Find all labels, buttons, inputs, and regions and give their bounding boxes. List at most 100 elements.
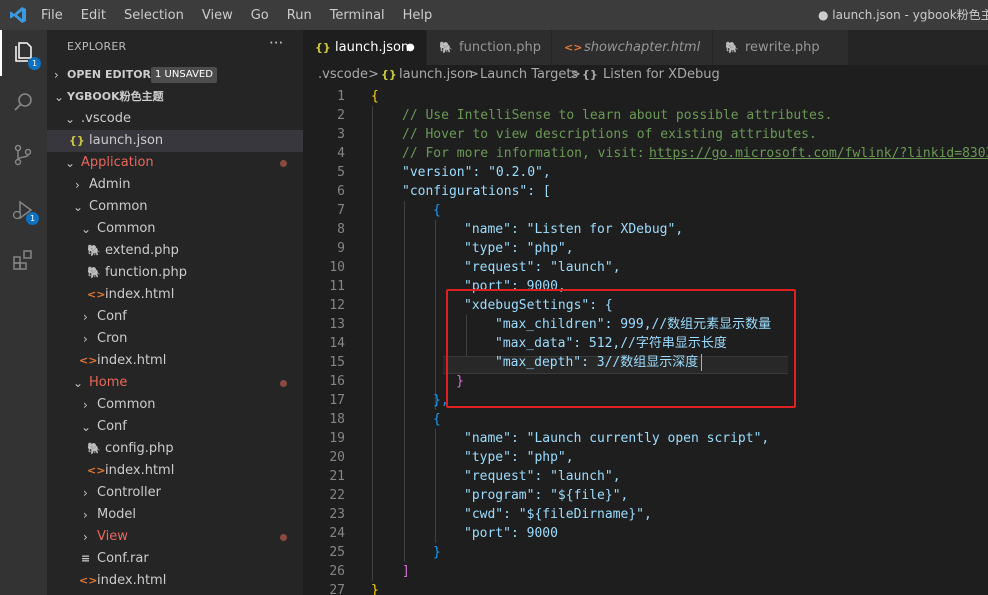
code-text: // Use IntelliSense to learn about possi… <box>402 108 833 123</box>
line-number: 8 <box>337 222 345 237</box>
tree-item-label: extend.php <box>105 243 179 258</box>
line-number: 10 <box>329 260 345 275</box>
menu-help[interactable]: Help <box>394 8 442 23</box>
open-editors-section[interactable]: › OPEN EDITORS 1 UNSAVED <box>47 64 303 86</box>
tree-item-admin[interactable]: › Admin <box>47 174 303 196</box>
project-section[interactable]: ⌄ YGBOOK粉色主题 <box>47 86 303 108</box>
open-editors-label: OPEN EDITORS <box>67 68 159 81</box>
tree-item-conf-rar[interactable]: ≡ Conf.rar <box>47 548 303 570</box>
menu-run[interactable]: Run <box>278 8 321 23</box>
tree-item-common-sub[interactable]: ⌄ Common <box>47 218 303 240</box>
tab-label: launch.json <box>335 40 410 55</box>
code-line: 20 "type": "php", <box>303 448 988 467</box>
menu-edit[interactable]: Edit <box>72 8 115 23</box>
window-title: ● launch.json - ygbook粉色主题 <box>818 8 988 22</box>
line-number: 21 <box>329 469 345 484</box>
code-line: 27} <box>303 581 988 595</box>
tab-function-php[interactable]: 🐘 function.php <box>427 30 552 65</box>
tree-item-label: Cron <box>97 331 128 346</box>
tree-item-index-html[interactable]: <> index.html <box>47 460 303 482</box>
tree-item-index-html[interactable]: <> index.html <box>47 284 303 306</box>
more-actions-icon[interactable]: ··· <box>269 34 283 52</box>
tree-item-label: Conf.rar <box>97 551 149 566</box>
tree-item-cron[interactable]: › Cron <box>47 328 303 350</box>
tree-item-config-php[interactable]: 🐘 config.php <box>47 438 303 460</box>
code-line: 4 // For more information, visit: https:/… <box>303 144 988 163</box>
line-number: 16 <box>329 374 345 389</box>
code-text: "name": "Listen for XDebug", <box>464 222 684 237</box>
code-text: "cwd": "${fileDirname}", <box>464 507 652 522</box>
vscode-logo-icon <box>10 7 26 23</box>
source-control-activity[interactable] <box>0 133 47 179</box>
run-debug-activity[interactable]: 1 <box>0 188 47 234</box>
explorer-activity[interactable]: 1 <box>0 30 49 76</box>
tab-showchapter-html[interactable]: <> showchapter.html <box>552 30 713 65</box>
line-number: 17 <box>329 393 345 408</box>
tree-item-conf[interactable]: › Conf <box>47 306 303 328</box>
json-file-icon: {} <box>381 68 397 81</box>
menu-view[interactable]: View <box>193 8 242 23</box>
code-line: 2 // Use IntelliSense to learn about poss… <box>303 106 988 125</box>
menu-terminal[interactable]: Terminal <box>321 8 394 23</box>
tree-item-home[interactable]: ⌄ Home <box>47 372 303 394</box>
html-file-icon: <> <box>87 288 106 301</box>
tree-item-label: Controller <box>97 485 161 500</box>
unsaved-badge: 1 UNSAVED <box>151 67 217 83</box>
breadcrumb-vscode[interactable]: .vscode <box>318 65 368 85</box>
tree-item-application[interactable]: ⌄ Application <box>47 152 303 174</box>
tree-item-vscode[interactable]: ⌄ .vscode <box>47 108 303 130</box>
tree-item-index-html[interactable]: <> index.html <box>47 350 303 372</box>
code-text: "type": "php", <box>464 450 574 465</box>
code-text: } <box>371 583 379 595</box>
explorer-badge: 1 <box>28 57 41 70</box>
code-editor[interactable]: 1{ 2// Use IntelliSense to learn about p… <box>303 87 988 595</box>
tree-item-common[interactable]: ⌄ Common <box>47 196 303 218</box>
breadcrumb-listen-xdebug[interactable]: Listen for XDebug <box>603 65 720 85</box>
line-number: 23 <box>329 507 345 522</box>
line-number: 3 <box>337 127 345 142</box>
tree-item-home-common[interactable]: › Common <box>47 394 303 416</box>
html-file-icon: <> <box>79 354 98 367</box>
menu-selection[interactable]: Selection <box>115 8 193 23</box>
line-number: 6 <box>337 184 345 199</box>
menu-go[interactable]: Go <box>242 8 278 23</box>
tree-item-controller[interactable]: › Controller <box>47 482 303 504</box>
tree-item-index-html[interactable]: <> index.html <box>47 570 303 592</box>
breadcrumb-launch-json[interactable]: launch.json <box>399 65 473 85</box>
code-line: 19 "name": "Launch currently open script"… <box>303 429 988 448</box>
code-line: 23 "cwd": "${fileDirname}", <box>303 505 988 524</box>
tree-item-label: launch.json <box>89 133 164 148</box>
tab-rewrite-php[interactable]: 🐘 rewrite.php <box>713 30 849 65</box>
code-line: 8 "name": "Listen for XDebug", <box>303 220 988 239</box>
search-activity[interactable] <box>0 80 47 126</box>
tree-item-extend-php[interactable]: 🐘 extend.php <box>47 240 303 262</box>
code-text: "name": "Launch currently open script", <box>464 431 770 446</box>
line-number: 14 <box>329 336 345 351</box>
breadcrumb-launch-targets[interactable]: Launch Targets <box>480 65 578 85</box>
tree-item-launch-json[interactable]: {} launch.json <box>47 130 303 152</box>
menu-file[interactable]: File <box>32 8 72 23</box>
chevron-down-icon: ⌄ <box>73 200 84 214</box>
code-line: 26] <box>303 562 988 581</box>
json-file-icon: {} <box>315 41 331 54</box>
line-number: 11 <box>329 279 345 294</box>
chevron-right-icon: › <box>83 508 88 522</box>
chevron-down-icon: ⌄ <box>65 112 76 126</box>
tree-item-home-conf[interactable]: ⌄ Conf <box>47 416 303 438</box>
line-number: 13 <box>329 317 345 332</box>
tree-item-function-php[interactable]: 🐘 function.php <box>47 262 303 284</box>
code-link[interactable]: https://go.microsoft.com/fwlink/?linkid=… <box>649 144 988 163</box>
line-number: 1 <box>337 89 345 104</box>
extensions-activity[interactable] <box>0 238 47 284</box>
tree-item-view[interactable]: › View <box>47 526 303 548</box>
tree-item-model[interactable]: › Model <box>47 504 303 526</box>
project-label: YGBOOK粉色主题 <box>67 90 164 103</box>
code-text: // Hover to view descriptions of existin… <box>402 127 817 142</box>
line-number: 22 <box>329 488 345 503</box>
code-text: "configurations": [ <box>402 184 551 199</box>
line-number: 9 <box>337 241 345 256</box>
tab-launch-json[interactable]: {} launch.json ● <box>303 30 427 65</box>
chevron-right-icon: > <box>468 67 479 82</box>
tab-label: function.php <box>459 40 541 55</box>
unsaved-dot-icon[interactable]: ● <box>406 30 415 65</box>
